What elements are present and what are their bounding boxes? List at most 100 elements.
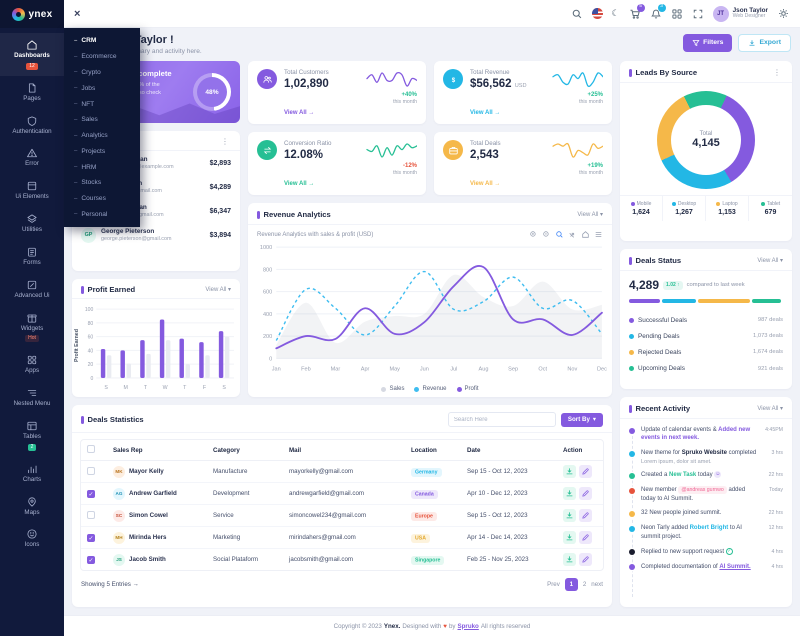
activity-item: 32 New people joined summit.22 hrs bbox=[629, 509, 783, 517]
search-icon[interactable] bbox=[571, 8, 583, 20]
user-menu[interactable]: JT Json Taylor Web Designer bbox=[713, 6, 768, 22]
submenu-item-sales[interactable]: Sales bbox=[64, 112, 140, 128]
sort-by-button[interactable]: Sort By▾ bbox=[561, 413, 603, 427]
brand[interactable]: ynex bbox=[0, 0, 64, 28]
filters-button[interactable]: Filters bbox=[683, 34, 732, 52]
legend-item[interactable]: Revenue bbox=[414, 386, 446, 392]
sidebar-item-authentication[interactable]: Authentication bbox=[0, 109, 64, 142]
row-checkbox[interactable]: ✓ bbox=[87, 556, 95, 564]
pagination-page-2[interactable]: 2 bbox=[583, 581, 586, 588]
table-row[interactable]: MKMayor KellyManufacturemayorkelly@gmail… bbox=[81, 461, 604, 483]
view-all-link[interactable]: View All → bbox=[470, 110, 543, 116]
bell-icon[interactable]: 3 bbox=[650, 8, 662, 20]
pagination-page-1[interactable]: 1 bbox=[565, 578, 578, 591]
submenu-item-nft[interactable]: NFT bbox=[64, 96, 140, 112]
sidebar-item-apps[interactable]: Apps bbox=[0, 348, 64, 381]
submenu-item-analytics[interactable]: Analytics bbox=[64, 128, 140, 144]
footer-spruko-link[interactable]: Spruko bbox=[458, 623, 479, 630]
submenu-item-projects[interactable]: Projects bbox=[64, 143, 140, 159]
deals-status-view-all[interactable]: View All ▾ bbox=[757, 257, 783, 264]
sidebar-item-error[interactable]: Error bbox=[0, 141, 64, 174]
sidebar-item-pages[interactable]: Pages bbox=[0, 76, 64, 109]
table-row[interactable]: ✓MHMirinda HersMarketingmirindahers@gmai… bbox=[81, 527, 604, 549]
table-row[interactable]: ✓JSJacob SmithSocial Plataformjacobsmith… bbox=[81, 549, 604, 571]
submenu-item-crypto[interactable]: Crypto bbox=[64, 65, 140, 81]
sidebar-item-advanced-ui[interactable]: Advanced Ui bbox=[0, 273, 64, 306]
edit-action-button[interactable] bbox=[579, 509, 592, 522]
submenu-item-stocks[interactable]: Stocks bbox=[64, 175, 140, 191]
pagination-prev[interactable]: Prev bbox=[547, 581, 560, 588]
view-all-link[interactable]: View All → bbox=[284, 181, 357, 187]
pan-icon[interactable] bbox=[568, 230, 577, 239]
view-all-link[interactable]: View All → bbox=[470, 181, 543, 187]
submenu-item-jobs[interactable]: Jobs bbox=[64, 80, 140, 96]
column-header-category[interactable]: Category bbox=[207, 440, 283, 461]
legend-item[interactable]: Profit bbox=[457, 386, 479, 392]
download-action-button[interactable] bbox=[563, 465, 576, 478]
column-header-sales-rep[interactable]: Sales Rep bbox=[107, 440, 207, 461]
sidebar-item-icons[interactable]: Icons bbox=[0, 522, 64, 555]
menu-icon[interactable] bbox=[594, 230, 603, 239]
submenu-item-crm[interactable]: CRM bbox=[64, 33, 140, 49]
revenue-view-all[interactable]: View All ▾ bbox=[577, 211, 603, 218]
recent-activity-view-all[interactable]: View All ▾ bbox=[757, 405, 783, 412]
table-row[interactable]: SCSimon CowelServicesimoncowel234@gmail.… bbox=[81, 505, 604, 527]
download-action-button[interactable] bbox=[563, 553, 576, 566]
sidebar-item-forms[interactable]: Forms bbox=[0, 240, 64, 273]
language-flag-icon[interactable] bbox=[592, 8, 603, 19]
auth-icon bbox=[26, 115, 38, 127]
edit-action-button[interactable] bbox=[579, 531, 592, 544]
view-all-link[interactable]: View All → bbox=[284, 110, 357, 116]
submenu-item-ecommerce[interactable]: Ecommerce bbox=[64, 49, 140, 65]
download-action-button[interactable] bbox=[563, 487, 576, 500]
edit-action-button[interactable] bbox=[579, 553, 592, 566]
svg-text:Feb: Feb bbox=[301, 367, 311, 373]
selection-icon[interactable] bbox=[555, 230, 564, 239]
sidebar-item-ui-elements[interactable]: Ui Elements bbox=[0, 174, 64, 207]
sidebar-item-nested-menu[interactable]: Nested Menu bbox=[0, 381, 64, 414]
row-checkbox[interactable]: ✓ bbox=[87, 534, 95, 542]
fullscreen-icon[interactable] bbox=[692, 8, 704, 20]
sidebar-item-utilities[interactable]: Utilities bbox=[0, 207, 64, 240]
select-all-checkbox[interactable] bbox=[87, 445, 95, 453]
dark-mode-icon[interactable]: ☾ bbox=[612, 8, 620, 19]
sidebar-item-dashboards[interactable]: Dashboards12 bbox=[0, 33, 64, 76]
deals-statistics-title: Deals Statistics bbox=[81, 415, 144, 424]
submenu-item-courses[interactable]: Courses bbox=[64, 191, 140, 207]
zoom-in-icon[interactable] bbox=[529, 230, 538, 239]
legend-item[interactable]: Sales bbox=[381, 386, 404, 392]
zoom-out-icon[interactable] bbox=[542, 230, 551, 239]
export-button[interactable]: Export bbox=[738, 34, 791, 52]
profit-view-all[interactable]: View All ▾ bbox=[205, 286, 231, 293]
pagination-next[interactable]: next bbox=[591, 581, 603, 588]
apps-grid-icon[interactable] bbox=[671, 8, 683, 20]
column-header-mail[interactable]: Mail bbox=[283, 440, 405, 461]
svg-text:Jun: Jun bbox=[420, 367, 429, 373]
table-row[interactable]: ✓AGAndrew GarfieldDevelopmentandrewgarfi… bbox=[81, 483, 604, 505]
home-icon[interactable] bbox=[581, 230, 590, 239]
column-header-action[interactable]: Action bbox=[557, 440, 604, 461]
table-search-input[interactable] bbox=[448, 412, 556, 427]
sidebar-item-tables[interactable]: Tables2 bbox=[0, 414, 64, 457]
row-checkbox[interactable] bbox=[87, 511, 95, 519]
column-header-location[interactable]: Location bbox=[405, 440, 461, 461]
gear-icon[interactable] bbox=[777, 7, 790, 20]
avatar: MH bbox=[113, 532, 125, 544]
download-action-button[interactable] bbox=[563, 509, 576, 522]
submenu-item-hrm[interactable]: HRM bbox=[64, 159, 140, 175]
submenu-item-personal[interactable]: Personal bbox=[64, 207, 140, 223]
row-checkbox[interactable] bbox=[87, 467, 95, 475]
column-header-date[interactable]: Date bbox=[461, 440, 557, 461]
ui-icon bbox=[26, 180, 38, 192]
edit-action-button[interactable] bbox=[579, 487, 592, 500]
edit-action-button[interactable] bbox=[579, 465, 592, 478]
close-icon[interactable]: × bbox=[74, 8, 80, 20]
sidebar-item-maps[interactable]: Maps bbox=[0, 490, 64, 523]
sidebar-item-widgets[interactable]: WidgetsHot bbox=[0, 306, 64, 349]
cart-icon[interactable]: 5 bbox=[629, 8, 641, 20]
row-checkbox[interactable]: ✓ bbox=[87, 490, 95, 498]
sidebar-item-charts[interactable]: Charts bbox=[0, 457, 64, 490]
kebab-menu-icon[interactable]: ⋮ bbox=[771, 68, 783, 77]
download-action-button[interactable] bbox=[563, 531, 576, 544]
kebab-menu-icon[interactable]: ⋮ bbox=[219, 137, 231, 146]
